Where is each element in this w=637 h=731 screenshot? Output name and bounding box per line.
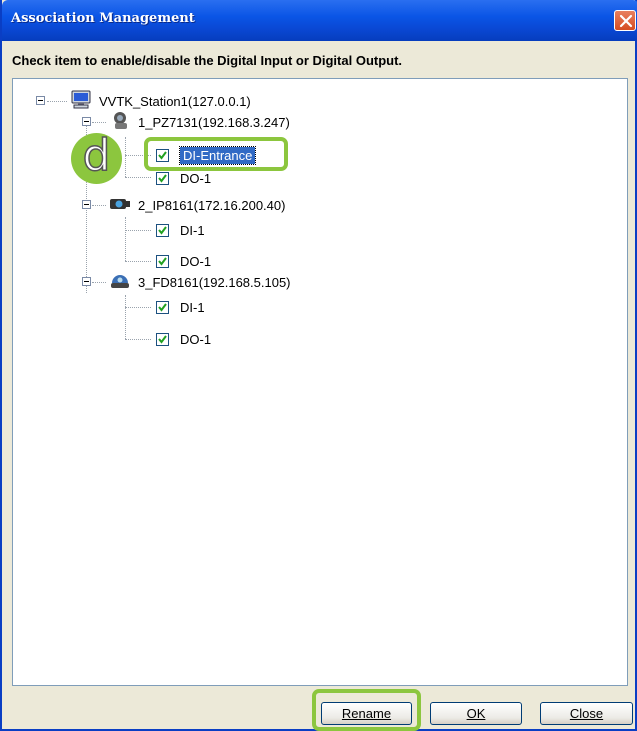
tree-item-device1-do1[interactable]: DO-1: [156, 168, 211, 188]
tree-item-device3-di1[interactable]: DI-1: [156, 297, 205, 317]
tree-node-device-3[interactable]: 3_FD8161(192.168.5.105): [109, 272, 291, 292]
device3-do1-label: DO-1: [180, 331, 212, 347]
callout-letter: d: [82, 129, 111, 181]
tree-item-device3-do1[interactable]: DO-1: [156, 329, 211, 349]
rename-button-label: Rename: [341, 706, 392, 721]
device2-di1-label: DI-1: [180, 222, 205, 238]
device3-collapse-toggle[interactable]: [82, 277, 91, 286]
device-1-label: 1_PZ7131(192.168.3.247): [138, 114, 290, 130]
device1-do1-label: DO-1: [180, 170, 212, 186]
tree-item-device2-di1[interactable]: DI-1: [156, 220, 205, 240]
device2-collapse-toggle[interactable]: [82, 200, 91, 209]
device-3-label: 3_FD8161(192.168.5.105): [138, 274, 291, 290]
dome-camera-icon: [109, 271, 131, 294]
window-title: Association Management: [11, 11, 195, 26]
tree-item-device2-do1[interactable]: DO-1: [156, 251, 211, 271]
device2-do1-label: DO-1: [180, 253, 212, 269]
device1-do1-checkbox[interactable]: [156, 171, 169, 185]
close-button[interactable]: Close: [540, 702, 633, 725]
computer-icon: [70, 90, 92, 113]
root-label: VVTK_Station1(127.0.0.1): [99, 93, 251, 109]
callout-badge: d: [71, 129, 122, 184]
association-management-dialog: Association Management Check item to ena…: [0, 0, 637, 731]
ptz-camera-icon: [109, 111, 131, 134]
tree-node-device-1[interactable]: 1_PZ7131(192.168.3.247): [109, 111, 290, 134]
device2-do1-checkbox[interactable]: [156, 254, 169, 268]
device3-di1-checkbox[interactable]: [156, 300, 169, 314]
device1-collapse-toggle[interactable]: [82, 117, 91, 126]
close-icon: [619, 14, 633, 28]
close-button-label: Close: [569, 706, 604, 721]
window-close-button[interactable]: [614, 10, 636, 31]
di-entrance-highlight: [144, 137, 288, 171]
tree-node-device-2[interactable]: 2_IP8161(172.16.200.40): [109, 195, 285, 215]
root-collapse-toggle[interactable]: [36, 96, 45, 105]
tree-node-root[interactable]: VVTK_Station1(127.0.0.1): [70, 90, 251, 113]
ok-button[interactable]: OK: [430, 702, 522, 725]
instruction-text: Check item to enable/disable the Digital…: [12, 53, 403, 68]
device3-do1-checkbox[interactable]: [156, 332, 169, 346]
ok-button-label: OK: [466, 706, 486, 721]
rename-button[interactable]: Rename: [321, 702, 412, 725]
device2-di1-checkbox[interactable]: [156, 223, 169, 237]
box-camera-icon: [109, 194, 131, 217]
title-bar[interactable]: Association Management: [2, 0, 637, 41]
device-2-label: 2_IP8161(172.16.200.40): [138, 197, 286, 213]
device3-di1-label: DI-1: [180, 299, 205, 315]
